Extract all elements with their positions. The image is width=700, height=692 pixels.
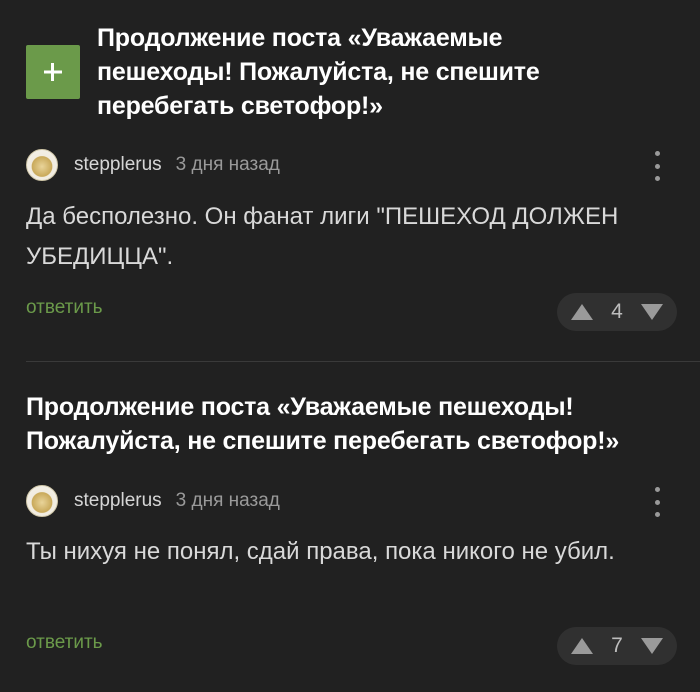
vote-count: 7 (611, 634, 623, 657)
comment-header: stepplerus 3 дня назад (26, 484, 280, 518)
post-title[interactable]: Продолжение поста «Уважаемые пешеходы! П… (26, 390, 686, 458)
post-title[interactable]: Продолжение поста «Уважаемые пешеходы! П… (97, 21, 617, 123)
timestamp: 3 дня назад (175, 154, 280, 175)
comment-header: stepplerus 3 дня назад (26, 148, 280, 182)
divider (26, 361, 700, 362)
reply-link[interactable]: ответить (26, 632, 103, 654)
expand-button[interactable] (26, 45, 80, 99)
timestamp: 3 дня назад (175, 490, 280, 511)
vote-box: 4 (557, 293, 677, 331)
avatar[interactable] (26, 485, 58, 517)
more-vertical-icon[interactable] (652, 151, 662, 181)
reply-link[interactable]: ответить (26, 297, 103, 319)
upvote-icon[interactable] (571, 638, 593, 654)
username[interactable]: stepplerus (74, 154, 162, 176)
plus-icon (44, 63, 62, 81)
upvote-icon[interactable] (571, 304, 593, 320)
more-vertical-icon[interactable] (652, 487, 662, 517)
avatar[interactable] (26, 149, 58, 181)
downvote-icon[interactable] (641, 304, 663, 320)
downvote-icon[interactable] (641, 638, 663, 654)
vote-box: 7 (557, 627, 677, 665)
comment-text: Ты нихуя не понял, сдай права, пока нико… (26, 538, 615, 565)
comment-text: Да бесполезно. Он фанат лиги "ПЕШЕХОД ДО… (26, 203, 619, 270)
username[interactable]: stepplerus (74, 490, 162, 512)
vote-count: 4 (611, 300, 623, 323)
